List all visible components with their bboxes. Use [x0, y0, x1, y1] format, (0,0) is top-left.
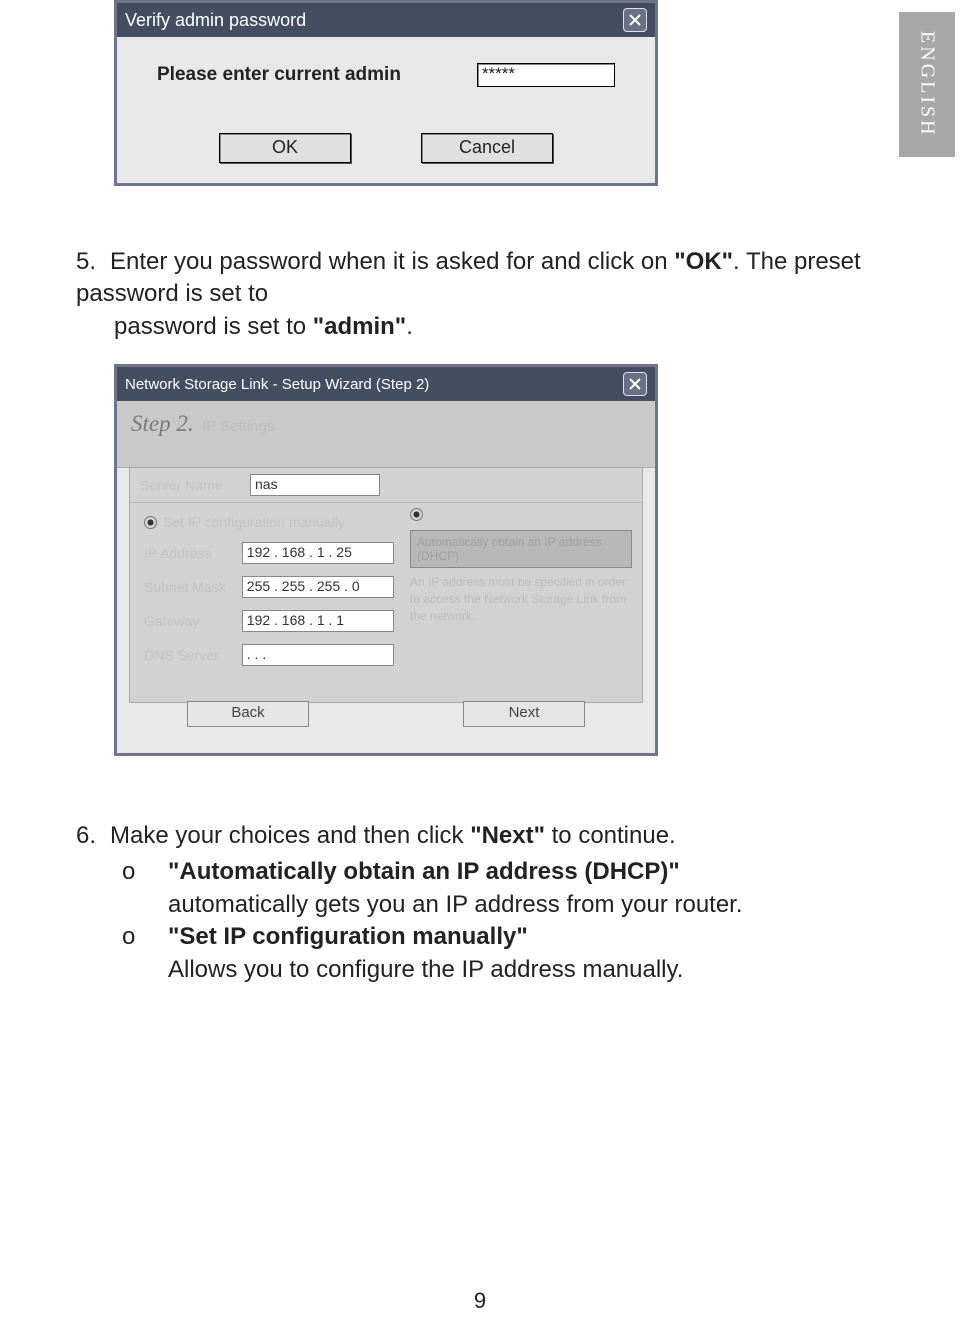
- dialog-titlebar: Network Storage Link - Setup Wizard (Ste…: [117, 367, 655, 401]
- dialog-titlebar: Verify admin password: [117, 3, 655, 37]
- close-icon[interactable]: [623, 372, 647, 396]
- step6-text: 6.Make your choices and then click "Next…: [76, 820, 896, 986]
- next-button[interactable]: Next: [463, 701, 585, 727]
- ip-input[interactable]: 192 . 168 . 1 . 25: [242, 542, 394, 564]
- dhcp-radio[interactable]: [410, 508, 423, 521]
- ip-label: IP Address: [144, 545, 242, 561]
- dialog-title: Verify admin password: [125, 10, 306, 31]
- verify-password-dialog: Verify admin password Please enter curre…: [114, 0, 658, 186]
- cancel-button[interactable]: Cancel: [421, 133, 553, 163]
- step5-num: 5.: [76, 246, 110, 278]
- dns-input[interactable]: . . .: [242, 644, 394, 666]
- prompt-label: Please enter current admin: [157, 64, 401, 86]
- dhcp-option[interactable]: Automatically obtain an IP address (DHCP…: [410, 530, 632, 568]
- mask-input[interactable]: 255 . 255 . 255 . 0: [242, 576, 394, 598]
- back-button[interactable]: Back: [187, 701, 309, 727]
- ok-button[interactable]: OK: [219, 133, 351, 163]
- dns-label: DNS Server: [144, 647, 242, 663]
- password-input[interactable]: *****: [477, 63, 615, 87]
- manual-radio[interactable]: [144, 516, 157, 529]
- step6-num: 6.: [76, 820, 110, 852]
- close-icon[interactable]: [623, 8, 647, 32]
- language-tab: ENGLISH: [899, 12, 955, 157]
- manual-radio-label: Set IP configuration manually: [163, 514, 345, 530]
- page-number: 9: [0, 1288, 960, 1314]
- setup-wizard-dialog: Network Storage Link - Setup Wizard (Ste…: [114, 364, 658, 756]
- server-name-label: Server Name: [140, 477, 250, 493]
- dhcp-note: An IP address must be specified in order…: [410, 574, 632, 624]
- gateway-input[interactable]: 192 . 168 . 1 . 1: [242, 610, 394, 632]
- step5-text: 5.Enter you password when it is asked fo…: [76, 246, 876, 343]
- mask-label: Subnet Mask: [144, 579, 242, 595]
- gateway-label: Gateway: [144, 613, 242, 629]
- step-header: Step 2. IP Settings: [117, 401, 655, 468]
- dialog-title: Network Storage Link - Setup Wizard (Ste…: [125, 376, 429, 393]
- server-name-input[interactable]: nas: [250, 474, 380, 496]
